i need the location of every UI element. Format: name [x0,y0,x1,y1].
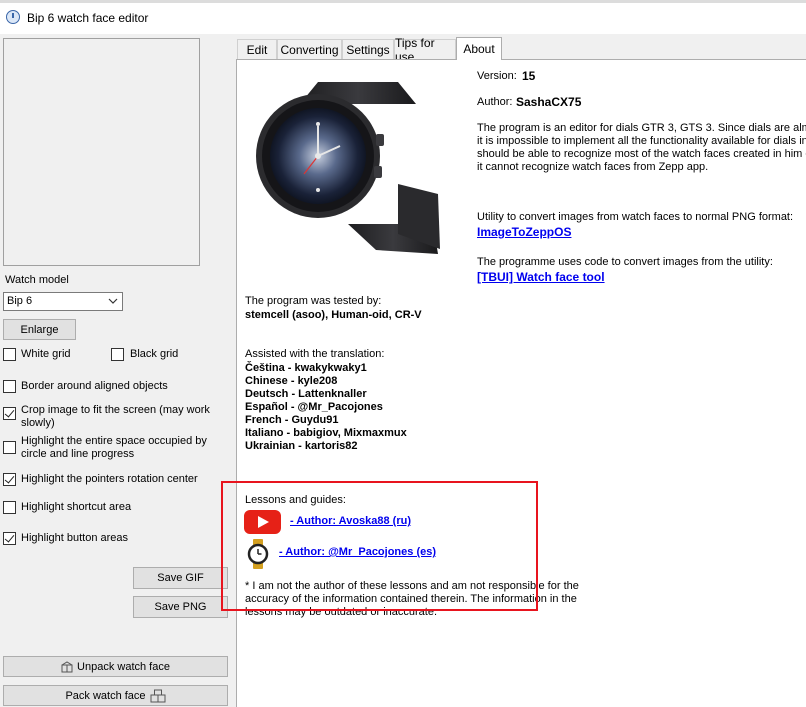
save-gif-button[interactable]: Save GIF [133,567,228,589]
border-aligned-checkbox[interactable] [3,380,16,393]
tab-converting[interactable]: Converting [277,39,342,59]
code-text: The programme uses code to convert image… [477,256,773,268]
highlight-shortcut-checkbox[interactable] [3,501,16,514]
highlight-button-areas-label: Highlight button areas [21,532,129,544]
version-value: 15 [522,69,536,83]
highlight-shortcut-label: Highlight shortcut area [21,501,132,513]
border-aligned-label: Border around aligned objects [21,380,168,392]
description-line-1: The program is an editor for dials GTR 3… [477,122,806,134]
description-line-3: should be able to recognize most of the … [477,148,806,160]
highlight-pointer-center-label: Highlight the pointers rotation center [21,473,198,485]
highlight-pointer-center-checkbox[interactable] [3,473,16,486]
unpack-watch-face-button[interactable]: Unpack watch face [3,656,228,677]
unpack-box-icon [61,660,73,672]
unpack-label: Unpack watch face [77,660,170,673]
watch-model-value: Bip 6 [7,295,33,307]
enlarge-button[interactable]: Enlarge [3,319,76,340]
watch-preview-canvas [3,38,200,266]
translation-label: Assisted with the translation: [245,348,385,360]
pack-label: Pack watch face [65,689,146,702]
black-grid-checkbox[interactable] [111,348,124,361]
highlight-progress-checkbox[interactable] [3,441,16,454]
highlight-progress-label: Highlight the entire space occupied by c… [21,435,207,460]
tbui-watch-face-tool-link[interactable]: [TBUI] Watch face tool [477,270,605,284]
white-grid-checkbox[interactable] [3,348,16,361]
image-to-zeppos-link[interactable]: ImageToZeppOS [477,225,571,239]
white-grid-label: White grid [21,348,71,360]
translation-line: Ukrainian - kartoris82 [245,440,358,452]
translation-line: Deutsch - Lattenknaller [245,388,367,400]
title-bar: Bip 6 watch face editor [0,0,806,34]
translation-line: Español - @Mr_Pacojones [245,401,383,413]
translation-line: Čeština - kwakykwaky1 [245,362,367,374]
translation-line: French - Guydu91 [245,414,339,426]
description-line-4: it cannot recognize watch faces from Zep… [477,161,709,173]
pack-boxes-icon [150,689,166,702]
crop-image-checkbox[interactable] [3,407,16,420]
watch-model-select[interactable]: Bip 6 [3,292,123,311]
tab-edit[interactable]: Edit [237,39,277,59]
watch-product-image [256,82,440,254]
pack-watch-face-button[interactable]: Pack watch face [3,685,228,706]
highlight-button-areas-checkbox[interactable] [3,532,16,545]
translation-line: Italiano - babigiov, Mixmaxmux [245,427,407,439]
translation-line: Chinese - kyle208 [245,375,338,387]
author-value: SashaCX75 [516,95,582,109]
save-png-button[interactable]: Save PNG [133,596,228,618]
watch-model-label: Watch model [5,274,69,286]
description-line-2: it is impossible to implement all the fu… [477,135,806,147]
tab-about[interactable]: About [456,37,502,60]
tested-by-label: The program was tested by: [245,295,382,307]
window-title: Bip 6 watch face editor [27,11,149,25]
tab-tips-for-use[interactable]: Tips for use [394,36,456,64]
chevron-down-icon [108,298,118,304]
crop-image-label: Crop image to fit the screen (may work s… [21,404,210,429]
tab-settings[interactable]: Settings [342,39,394,59]
taskbar-strip [0,0,806,3]
black-grid-label: Black grid [130,348,179,360]
tested-by-value: stemcell (asoo), Human-oid, CR-V [245,309,422,321]
utility-text: Utility to convert images from watch fac… [477,211,794,223]
app-clock-icon [6,10,20,24]
lessons-highlight-box [221,481,538,611]
version-label: Version: [477,70,517,82]
author-label: Author: [477,96,513,108]
